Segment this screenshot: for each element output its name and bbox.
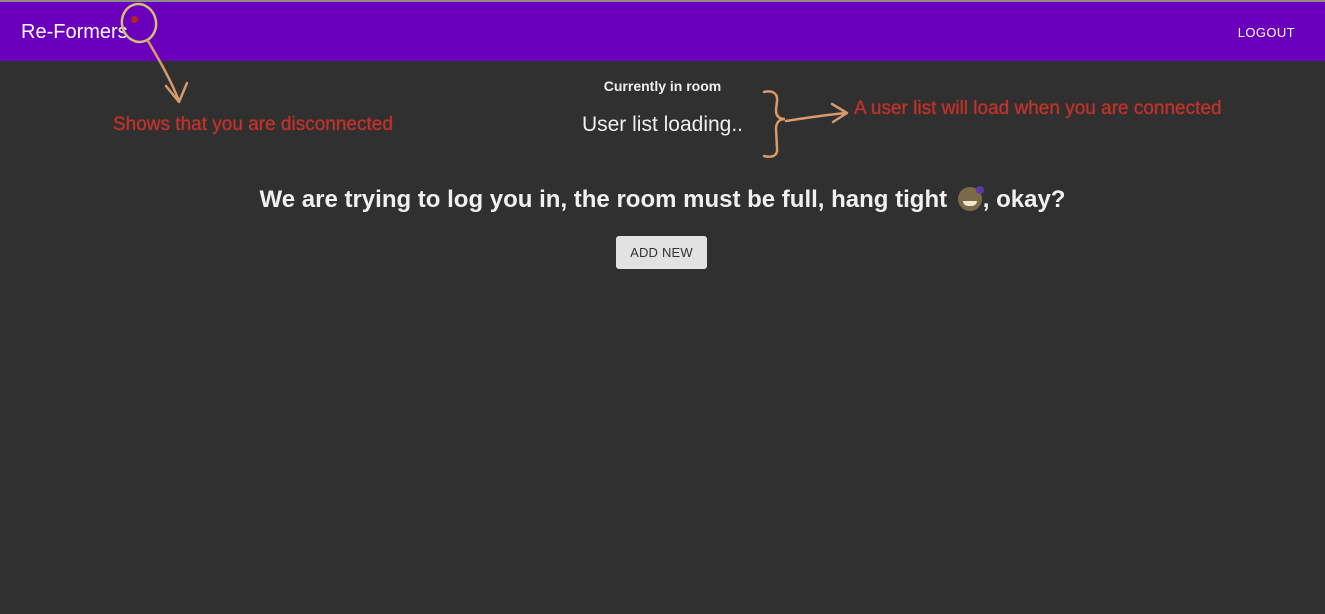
login-wait-message-text: We are trying to log you in, the room mu… bbox=[259, 186, 954, 213]
login-wait-message: We are trying to log you in, the room mu… bbox=[0, 186, 1325, 214]
room-heading: Currently in room bbox=[603, 78, 722, 94]
grinning-face-emoji-icon bbox=[957, 186, 984, 211]
brand-title: Re-Formers bbox=[21, 21, 128, 43]
add-new-button[interactable]: ADD NEW bbox=[616, 236, 707, 269]
connection-status-dot-icon bbox=[131, 16, 138, 23]
logout-button[interactable]: LOGOUT bbox=[1238, 25, 1295, 40]
login-wait-message-suffix: , okay? bbox=[982, 186, 1066, 213]
app-bar: Re-Formers LOGOUT bbox=[0, 0, 1325, 61]
annotation-user-list-note: A user list will load when you are conne… bbox=[854, 98, 1222, 119]
annotation-disconnected-note: Shows that you are disconnected bbox=[113, 114, 393, 135]
app-window: Re-Formers LOGOUT Currently in room User… bbox=[0, 0, 1325, 614]
